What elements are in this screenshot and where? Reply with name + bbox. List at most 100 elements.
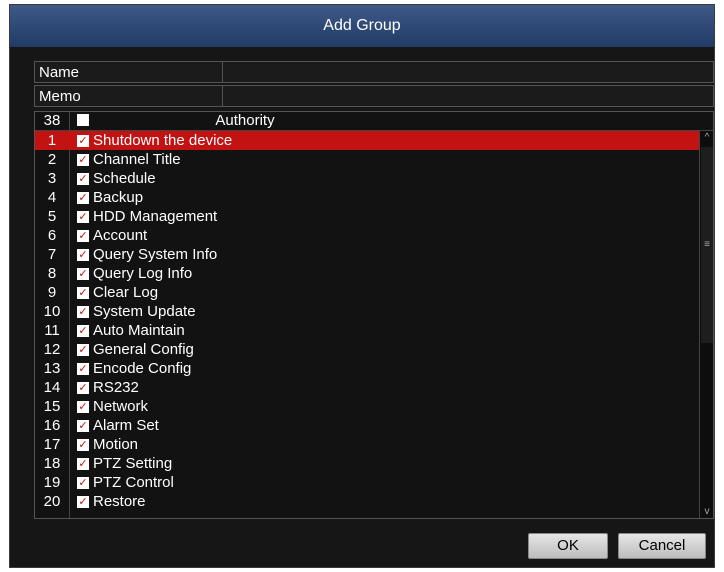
authority-row[interactable]: 12 ✓ General Config: [35, 340, 699, 359]
authority-label: Restore: [93, 493, 146, 510]
dialog-title: Add Group: [10, 5, 714, 47]
authority-row[interactable]: 10 ✓ System Update: [35, 302, 699, 321]
authority-label: Schedule: [93, 170, 156, 187]
row-number: 11: [44, 322, 60, 339]
row-number: 1: [47, 132, 57, 149]
authority-checkbox[interactable]: ✓: [77, 420, 89, 432]
authority-checkbox[interactable]: ✓: [77, 363, 89, 375]
row-number: 16: [43, 417, 61, 434]
chevron-down-icon[interactable]: v: [700, 505, 713, 518]
authority-checkbox[interactable]: ✓: [77, 401, 89, 413]
authority-checkbox[interactable]: ✓: [77, 211, 89, 223]
authority-row[interactable]: 17 ✓ Motion: [35, 435, 699, 454]
authority-checkbox[interactable]: ✓: [77, 325, 89, 337]
row-number: 5: [47, 208, 57, 225]
authority-label: Auto Maintain: [93, 322, 185, 339]
row-number: 13: [43, 360, 61, 377]
authority-row[interactable]: 9 ✓ Clear Log: [35, 283, 699, 302]
authority-checkbox[interactable]: ✓: [77, 173, 89, 185]
authority-checkbox[interactable]: ✓: [77, 249, 89, 261]
authority-label: PTZ Setting: [93, 455, 173, 472]
authority-row[interactable]: 16 ✓ Alarm Set: [35, 416, 699, 435]
authority-row[interactable]: 7 ✓ Query System Info: [35, 245, 699, 264]
authority-label: Query System Info: [93, 246, 218, 263]
memo-label: Memo: [39, 88, 81, 105]
grip-icon[interactable]: ≡: [701, 147, 713, 343]
authority-label: Channel Title: [93, 151, 181, 168]
authority-label: System Update: [93, 303, 196, 320]
authority-checkbox[interactable]: ✓: [77, 477, 89, 489]
row-number: 19: [43, 474, 61, 491]
authority-count: 38: [43, 112, 61, 129]
scrollbar[interactable]: ^ ≡ v: [699, 131, 713, 518]
name-field[interactable]: Name: [34, 61, 714, 83]
row-number: 17: [43, 436, 61, 453]
row-number: 9: [47, 284, 57, 301]
authority-checkbox[interactable]: ✓: [77, 135, 89, 147]
authority-checkbox[interactable]: ✓: [77, 496, 89, 508]
authority-row[interactable]: 1 ✓ Shutdown the device: [35, 131, 699, 150]
authority-checkbox[interactable]: ✓: [77, 382, 89, 394]
authority-row[interactable]: 11 ✓ Auto Maintain: [35, 321, 699, 340]
authority-row[interactable]: 3 ✓ Schedule: [35, 169, 699, 188]
row-number: 2: [47, 151, 57, 168]
authority-label: RS232: [93, 379, 139, 396]
row-number: 10: [43, 303, 61, 320]
authority-checkbox[interactable]: ✓: [77, 306, 89, 318]
field-divider: [222, 62, 223, 82]
authority-row[interactable]: 2 ✓ Channel Title: [35, 150, 699, 169]
name-input[interactable]: [227, 62, 711, 82]
authority-table: 38 Authority 1 ✓ Shutdown the device 2 ✓ Chan…: [34, 111, 714, 519]
authority-label: General Config: [93, 341, 194, 358]
authority-row[interactable]: 6 ✓ Account: [35, 226, 699, 245]
row-number: 12: [43, 341, 61, 358]
row-number: 15: [43, 398, 61, 415]
authority-row[interactable]: 20 ✓ Restore: [35, 492, 699, 511]
select-all-checkbox[interactable]: [77, 114, 89, 126]
row-number: 6: [47, 227, 57, 244]
authority-checkbox[interactable]: ✓: [77, 192, 89, 204]
authority-row[interactable]: 15 ✓ Network: [35, 397, 699, 416]
row-number: 7: [47, 246, 57, 263]
row-number: 8: [47, 265, 57, 282]
authority-label: Account: [93, 227, 148, 244]
row-number: 4: [47, 189, 57, 206]
authority-row[interactable]: 5 ✓ HDD Management: [35, 207, 699, 226]
authority-row[interactable]: 18 ✓ PTZ Setting: [35, 454, 699, 473]
authority-checkbox[interactable]: ✓: [77, 268, 89, 280]
authority-label: Shutdown the device: [93, 132, 233, 149]
authority-checkbox[interactable]: ✓: [77, 230, 89, 242]
authority-label: Encode Config: [93, 360, 192, 377]
authority-list: 1 ✓ Shutdown the device 2 ✓ Channel Title 3 ✓ Sc…: [35, 131, 699, 518]
row-number: 20: [43, 493, 61, 510]
authority-label: PTZ Control: [93, 474, 174, 491]
field-divider: [222, 86, 223, 106]
row-number: 18: [43, 455, 61, 472]
authority-label: Query Log Info: [93, 265, 193, 282]
memo-input[interactable]: [227, 86, 711, 106]
authority-row[interactable]: 13 ✓ Encode Config: [35, 359, 699, 378]
chevron-up-icon[interactable]: ^: [700, 131, 713, 145]
authority-label: Alarm Set: [93, 417, 159, 434]
authority-checkbox[interactable]: ✓: [77, 458, 89, 470]
authority-header: Authority: [215, 112, 275, 129]
authority-checkbox[interactable]: ✓: [77, 287, 89, 299]
authority-checkbox[interactable]: ✓: [77, 439, 89, 451]
authority-row[interactable]: 4 ✓ Backup: [35, 188, 699, 207]
memo-field[interactable]: Memo: [34, 85, 714, 107]
row-number: 14: [43, 379, 61, 396]
authority-label: Backup: [93, 189, 144, 206]
authority-label: Motion: [93, 436, 139, 453]
authority-row[interactable]: 19 ✓ PTZ Control: [35, 473, 699, 492]
authority-row[interactable]: 14 ✓ RS232: [35, 378, 699, 397]
authority-label: HDD Management: [93, 208, 218, 225]
add-group-dialog: Add Group Name Memo 38 Authority 1 ✓ Shutd…: [9, 4, 715, 568]
authority-checkbox[interactable]: ✓: [77, 344, 89, 356]
table-header: 38 Authority: [35, 112, 713, 131]
cancel-button[interactable]: Cancel: [618, 533, 706, 559]
authority-checkbox[interactable]: ✓: [77, 154, 89, 166]
ok-button[interactable]: OK: [528, 533, 608, 559]
authority-label: Clear Log: [93, 284, 159, 301]
authority-row[interactable]: 8 ✓ Query Log Info: [35, 264, 699, 283]
authority-label: Network: [93, 398, 149, 415]
